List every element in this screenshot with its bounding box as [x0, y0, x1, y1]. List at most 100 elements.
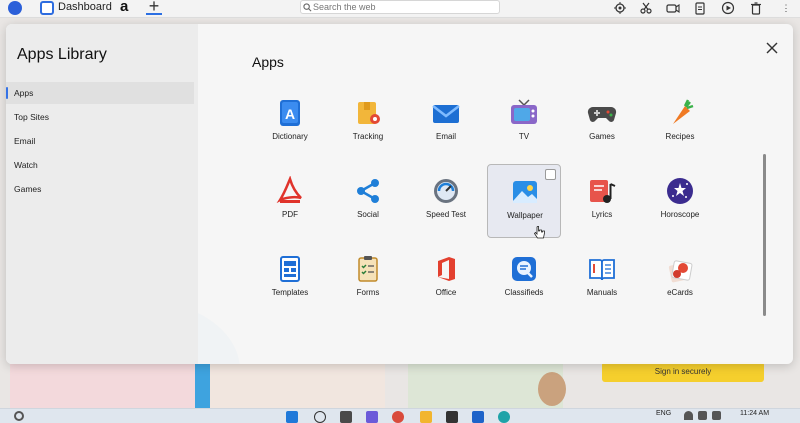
- app-tile-recipes[interactable]: Recipes: [643, 86, 717, 160]
- speedometer-icon: [434, 179, 458, 203]
- music-note-icon: [590, 180, 616, 203]
- volume-icon[interactable]: [698, 411, 707, 420]
- ecard-icon: [668, 260, 693, 283]
- new-tab-button[interactable]: +: [146, 0, 162, 15]
- library-title: Apps Library: [17, 46, 107, 63]
- classifieds-icon: [512, 257, 536, 281]
- store-icon[interactable]: [446, 411, 458, 423]
- camera-icon[interactable]: [665, 0, 681, 16]
- pdf-icon: [276, 176, 302, 204]
- wifi-icon[interactable]: [684, 411, 693, 420]
- tv-icon: [511, 99, 537, 124]
- app-tile-speed-test[interactable]: Speed Test: [409, 164, 483, 238]
- search-input[interactable]: Search the web: [300, 0, 500, 14]
- app-tile-office[interactable]: Office: [409, 242, 483, 316]
- app-label: Templates: [271, 288, 309, 297]
- app-tile-templates[interactable]: Templates: [253, 242, 327, 316]
- app-label: Recipes: [665, 132, 695, 141]
- search-icon[interactable]: [314, 411, 326, 423]
- app-label: Wallpaper: [507, 211, 543, 220]
- app-tile-lyrics[interactable]: Lyrics: [565, 164, 639, 238]
- app-tile-games[interactable]: Games: [565, 86, 639, 160]
- sidebar-item-watch[interactable]: Watch: [6, 154, 194, 176]
- app-tile-ecards[interactable]: eCards: [643, 242, 717, 316]
- manual-icon: [589, 259, 615, 281]
- chat-icon[interactable]: [366, 411, 378, 423]
- task-view-icon[interactable]: [340, 411, 352, 423]
- templates-icon: [280, 256, 300, 282]
- app-label: Horoscope: [660, 210, 700, 219]
- app-tile-forms[interactable]: Forms: [331, 242, 405, 316]
- apps-library-dialog: Apps Library Apps Top Sites Email Watch …: [6, 24, 793, 364]
- tab-dashboard[interactable]: Dashboard: [58, 1, 112, 13]
- amazon-tab-icon[interactable]: a: [120, 0, 128, 15]
- battery-icon[interactable]: [712, 411, 721, 420]
- sidebar-item-games[interactable]: Games: [6, 178, 194, 200]
- dictionary-icon: A: [280, 100, 300, 126]
- app-tile-classifieds[interactable]: Classifieds: [487, 242, 561, 316]
- forms-icon: [358, 256, 378, 282]
- share-icon: [357, 179, 379, 203]
- app-label: Social: [357, 210, 379, 219]
- clock[interactable]: 11:24 AM: [740, 410, 769, 417]
- background-card: [210, 364, 385, 408]
- search-icon: [303, 3, 312, 12]
- browser-logo-icon[interactable]: [8, 1, 22, 15]
- app-label: TV: [518, 132, 530, 141]
- scissors-icon[interactable]: [638, 0, 654, 16]
- carrot-icon: [673, 99, 694, 124]
- language-indicator[interactable]: ENG: [656, 410, 671, 417]
- trash-icon[interactable]: [748, 0, 764, 16]
- close-icon[interactable]: [764, 40, 780, 56]
- app-label: Classifieds: [504, 288, 544, 297]
- app-label: Forms: [356, 288, 380, 297]
- play-icon[interactable]: [720, 0, 736, 16]
- sidebar-item-top-sites[interactable]: Top Sites: [6, 106, 194, 128]
- app-tile-wallpaper[interactable]: Wallpaper: [487, 164, 561, 239]
- tracking-icon: [358, 102, 380, 124]
- extensions-icon[interactable]: [612, 0, 628, 16]
- edge-icon[interactable]: [498, 411, 510, 423]
- stars-icon: [667, 178, 693, 204]
- chrome-icon[interactable]: [392, 411, 404, 423]
- app-label: Games: [589, 132, 615, 141]
- background-avatar: [538, 372, 566, 406]
- more-icon[interactable]: ⋮: [778, 0, 794, 16]
- select-checkbox[interactable]: [545, 169, 556, 180]
- app-tile-email[interactable]: Email: [409, 86, 483, 160]
- app-tile-tv[interactable]: TV: [487, 86, 561, 160]
- office-icon: [438, 257, 455, 281]
- email-icon: [432, 105, 460, 123]
- mail-icon[interactable]: [472, 411, 484, 423]
- sign-in-button[interactable]: Sign in securely: [602, 362, 764, 382]
- background-card: [10, 364, 195, 408]
- apps-heading: Apps: [252, 54, 284, 70]
- gamepad-icon: [587, 106, 617, 122]
- app-label: Lyrics: [591, 210, 613, 219]
- app-label: eCards: [667, 288, 693, 297]
- wallpaper-icon: [513, 181, 537, 203]
- windows-start-icon[interactable]: [286, 411, 298, 423]
- app-label: Office: [435, 288, 457, 297]
- app-tile-pdf[interactable]: PDF: [253, 164, 327, 238]
- sidebar-item-apps[interactable]: Apps: [6, 82, 194, 104]
- svg-text:A: A: [285, 106, 295, 122]
- app-tile-dictionary[interactable]: A Dictionary: [253, 86, 327, 160]
- app-tile-horoscope[interactable]: Horoscope: [643, 164, 717, 238]
- app-label: Tracking: [352, 132, 384, 141]
- browser-toolbar: Dashboard a + Search the web ⋮: [0, 0, 800, 18]
- app-tile-tracking[interactable]: Tracking: [331, 86, 405, 160]
- search-taskbar-icon[interactable]: [14, 411, 24, 421]
- app-label: Dictionary: [272, 132, 308, 141]
- hand-cursor-icon: [534, 226, 545, 239]
- app-tile-social[interactable]: Social: [331, 164, 405, 238]
- app-label: Email: [435, 132, 456, 141]
- sidebar-item-email[interactable]: Email: [6, 130, 194, 152]
- app-label: PDF: [282, 210, 298, 219]
- file-explorer-icon[interactable]: [420, 411, 432, 423]
- clipboard-icon[interactable]: [692, 0, 708, 16]
- scrollbar[interactable]: [763, 154, 766, 316]
- app-label: Speed Test: [426, 210, 466, 219]
- app-tile-manuals[interactable]: Manuals: [565, 242, 639, 316]
- taskbar: ENG 11:24 AM: [0, 408, 800, 423]
